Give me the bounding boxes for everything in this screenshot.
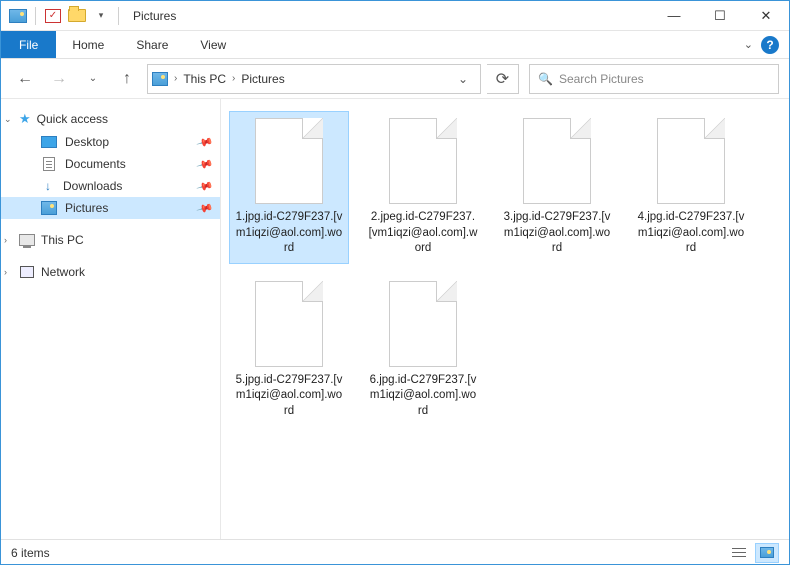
sidebar-item-label: Pictures — [65, 201, 108, 215]
tab-share[interactable]: Share — [120, 31, 184, 58]
star-icon: ★ — [19, 111, 31, 127]
search-placeholder: Search Pictures — [559, 72, 644, 86]
breadcrumb-dropdown-icon[interactable]: ⌄ — [450, 72, 476, 86]
qat-properties-icon[interactable]: ✓ — [42, 5, 64, 27]
sidebar-item-desktop[interactable]: Desktop 📌 — [1, 131, 220, 153]
file-name: 5.jpg.id-C279F237.[vm1iqzi@aol.com].word — [234, 373, 344, 420]
file-icon — [389, 281, 457, 367]
document-icon — [41, 157, 57, 171]
file-item[interactable]: 2.jpeg.id-C279F237.[vm1iqzi@aol.com].wor… — [363, 111, 483, 264]
search-icon: 🔍 — [538, 72, 553, 86]
file-item[interactable]: 1.jpg.id-C279F237.[vm1iqzi@aol.com].word — [229, 111, 349, 264]
status-bar: 6 items — [1, 539, 789, 565]
chevron-right-icon[interactable]: › — [228, 73, 239, 84]
close-button[interactable]: ✕ — [743, 1, 789, 31]
chevron-right-icon[interactable]: › — [170, 73, 181, 84]
sidebar-quick-access[interactable]: ⌄ ★ Quick access — [1, 107, 220, 131]
file-name: 1.jpg.id-C279F237.[vm1iqzi@aol.com].word — [234, 210, 344, 257]
back-button[interactable]: ← — [11, 65, 39, 93]
refresh-button[interactable]: ⟳ — [487, 64, 519, 94]
breadcrumb-icon — [152, 72, 168, 86]
pictures-icon — [41, 201, 57, 215]
search-input[interactable]: 🔍 Search Pictures — [529, 64, 779, 94]
sidebar-item-downloads[interactable]: ↓ Downloads 📌 — [1, 175, 220, 197]
sidebar-this-pc[interactable]: › This PC — [1, 229, 220, 251]
file-item[interactable]: 4.jpg.id-C279F237.[vm1iqzi@aol.com].word — [631, 111, 751, 264]
this-pc-label: This PC — [41, 233, 84, 247]
tab-view[interactable]: View — [184, 31, 242, 58]
breadcrumb-pictures[interactable]: Pictures — [241, 72, 284, 86]
title-bar: ✓ ▾ Pictures — ☐ ✕ — [1, 1, 789, 31]
sidebar-item-pictures[interactable]: Pictures 📌 — [1, 197, 220, 219]
sidebar: ⌄ ★ Quick access Desktop 📌 Documents 📌 ↓… — [1, 99, 221, 539]
minimize-button[interactable]: — — [651, 1, 697, 31]
file-menu[interactable]: File — [1, 31, 56, 58]
recent-dropdown-icon[interactable]: ⌄ — [79, 65, 107, 93]
file-item[interactable]: 3.jpg.id-C279F237.[vm1iqzi@aol.com].word — [497, 111, 617, 264]
qat-dropdown-icon[interactable]: ▾ — [90, 5, 112, 27]
file-icon — [657, 118, 725, 204]
sidebar-item-label: Documents — [65, 157, 126, 171]
pin-icon: 📌 — [196, 133, 214, 151]
file-icon — [255, 118, 323, 204]
sidebar-network[interactable]: › Network — [1, 261, 220, 283]
file-name: 3.jpg.id-C279F237.[vm1iqzi@aol.com].word — [502, 210, 612, 257]
item-count: 6 items — [11, 546, 50, 560]
chevron-down-icon[interactable]: ⌄ — [4, 114, 12, 125]
file-name: 4.jpg.id-C279F237.[vm1iqzi@aol.com].word — [636, 210, 746, 257]
window-title: Pictures — [133, 9, 176, 23]
breadcrumb[interactable]: › This PC › Pictures ⌄ — [147, 64, 481, 94]
quick-access-label: Quick access — [37, 112, 108, 126]
chevron-right-icon[interactable]: › — [4, 235, 7, 245]
sidebar-item-documents[interactable]: Documents 📌 — [1, 153, 220, 175]
sidebar-item-label: Desktop — [65, 135, 109, 149]
help-icon[interactable]: ? — [761, 36, 779, 54]
file-icon — [389, 118, 457, 204]
file-item[interactable]: 6.jpg.id-C279F237.[vm1iqzi@aol.com].word — [363, 274, 483, 427]
sidebar-item-label: Downloads — [63, 179, 122, 193]
pc-icon — [19, 233, 35, 247]
network-icon — [19, 265, 35, 279]
desktop-icon — [41, 135, 57, 149]
pin-icon: 📌 — [196, 155, 214, 173]
tab-home[interactable]: Home — [56, 31, 120, 58]
network-label: Network — [41, 265, 85, 279]
file-icon — [255, 281, 323, 367]
view-details-button[interactable] — [727, 543, 751, 563]
file-icon — [523, 118, 591, 204]
file-name: 2.jpeg.id-C279F237.[vm1iqzi@aol.com].wor… — [368, 210, 478, 257]
ribbon: File Home Share View ⌄ ? — [1, 31, 789, 59]
download-icon: ↓ — [41, 179, 55, 193]
view-largeicons-button[interactable] — [755, 543, 779, 563]
maximize-button[interactable]: ☐ — [697, 1, 743, 31]
ribbon-expand-icon[interactable]: ⌄ — [744, 38, 753, 51]
navigation-bar: ← → ⌄ ↑ › This PC › Pictures ⌄ ⟳ 🔍 Searc… — [1, 59, 789, 99]
pin-icon: 📌 — [196, 177, 214, 195]
app-icon — [7, 5, 29, 27]
up-button[interactable]: ↑ — [113, 65, 141, 93]
file-name: 6.jpg.id-C279F237.[vm1iqzi@aol.com].word — [368, 373, 478, 420]
pin-icon: 📌 — [196, 199, 214, 217]
chevron-right-icon[interactable]: › — [4, 267, 7, 277]
file-pane[interactable]: 1.jpg.id-C279F237.[vm1iqzi@aol.com].word… — [221, 99, 789, 539]
forward-button[interactable]: → — [45, 65, 73, 93]
file-item[interactable]: 5.jpg.id-C279F237.[vm1iqzi@aol.com].word — [229, 274, 349, 427]
qat-newfolder-icon[interactable] — [66, 5, 88, 27]
breadcrumb-thispc[interactable]: This PC — [183, 72, 226, 86]
